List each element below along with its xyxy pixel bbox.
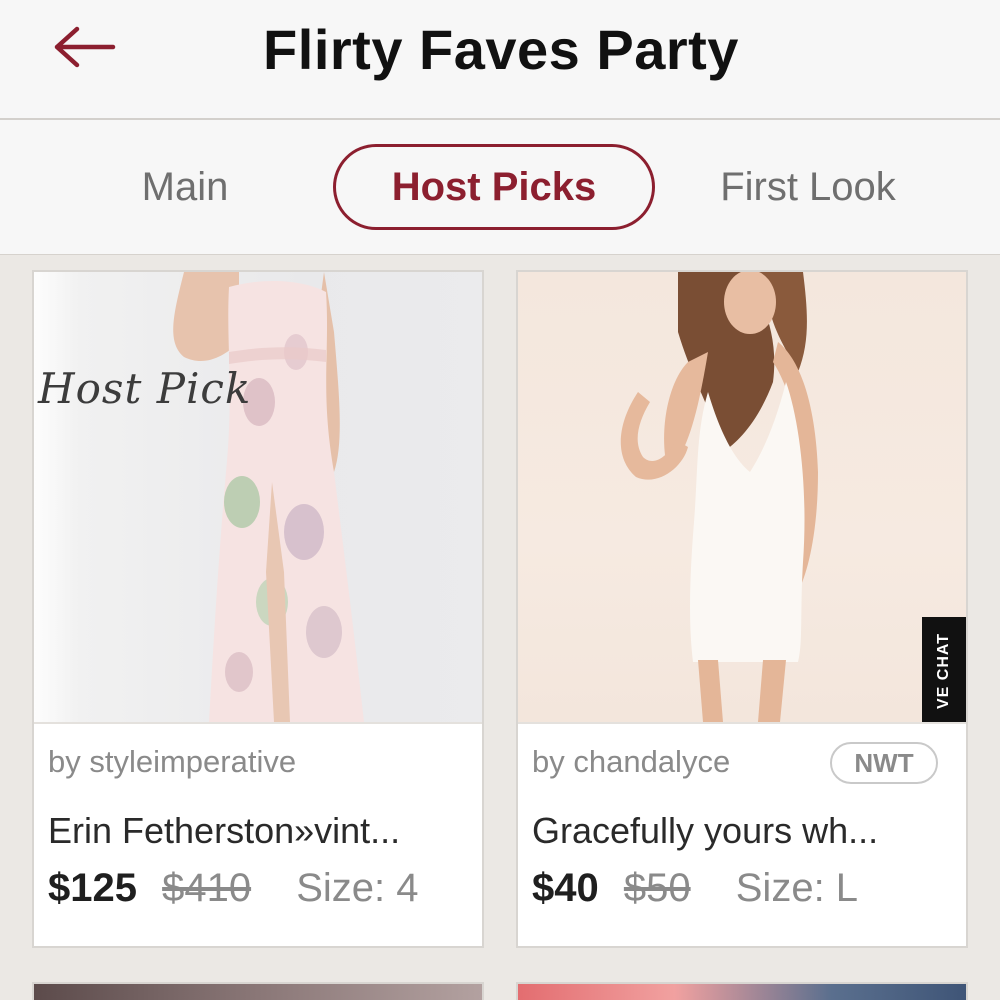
tab-bar: Main Host Picks First Look [0, 120, 1000, 255]
seller-name[interactable]: by styleimperative [48, 744, 296, 780]
tab-host-picks[interactable]: Host Picks [333, 144, 655, 230]
listing-card[interactable]: VE CHAT by chandalyce NWT Gracefully you… [516, 270, 968, 948]
tab-first-look[interactable]: First Look [690, 144, 926, 230]
dress-model-image [173, 272, 364, 722]
listing-card[interactable]: Host Pick by styleimperative Erin Fether… [32, 270, 484, 948]
listing-photo[interactable]: Host Pick [34, 272, 482, 722]
listing-card-peek[interactable] [516, 982, 968, 1000]
listing-card-peek[interactable] [32, 982, 484, 1000]
listing-title[interactable]: Erin Fetherston»vint... [48, 810, 478, 852]
seller-name[interactable]: by chandalyce [532, 744, 730, 780]
price: $40 [532, 866, 599, 910]
price-row: $125 $410 Size: 4 [48, 866, 419, 911]
size-label: Size: 4 [296, 866, 419, 910]
live-chat-label: VE CHAT [935, 632, 953, 710]
size-label: Size: L [735, 866, 859, 910]
divider [34, 722, 482, 724]
price-row: $40 $50 Size: L [532, 866, 858, 911]
nwt-badge: NWT [830, 742, 938, 784]
original-price: $410 [162, 866, 252, 910]
live-chat-tab[interactable]: VE CHAT [922, 617, 966, 722]
listing-photo[interactable]: VE CHAT [518, 272, 966, 722]
original-price: $50 [623, 866, 691, 910]
dress-model-image [620, 272, 818, 722]
divider [518, 722, 966, 724]
tab-main[interactable]: Main [100, 144, 270, 230]
listing-title[interactable]: Gracefully yours wh... [532, 810, 962, 852]
price: $125 [48, 866, 137, 910]
host-pick-label: Host Pick [38, 364, 252, 413]
page-title: Flirty Faves Party [263, 18, 739, 81]
app-header: Flirty Faves Party [0, 0, 1000, 120]
